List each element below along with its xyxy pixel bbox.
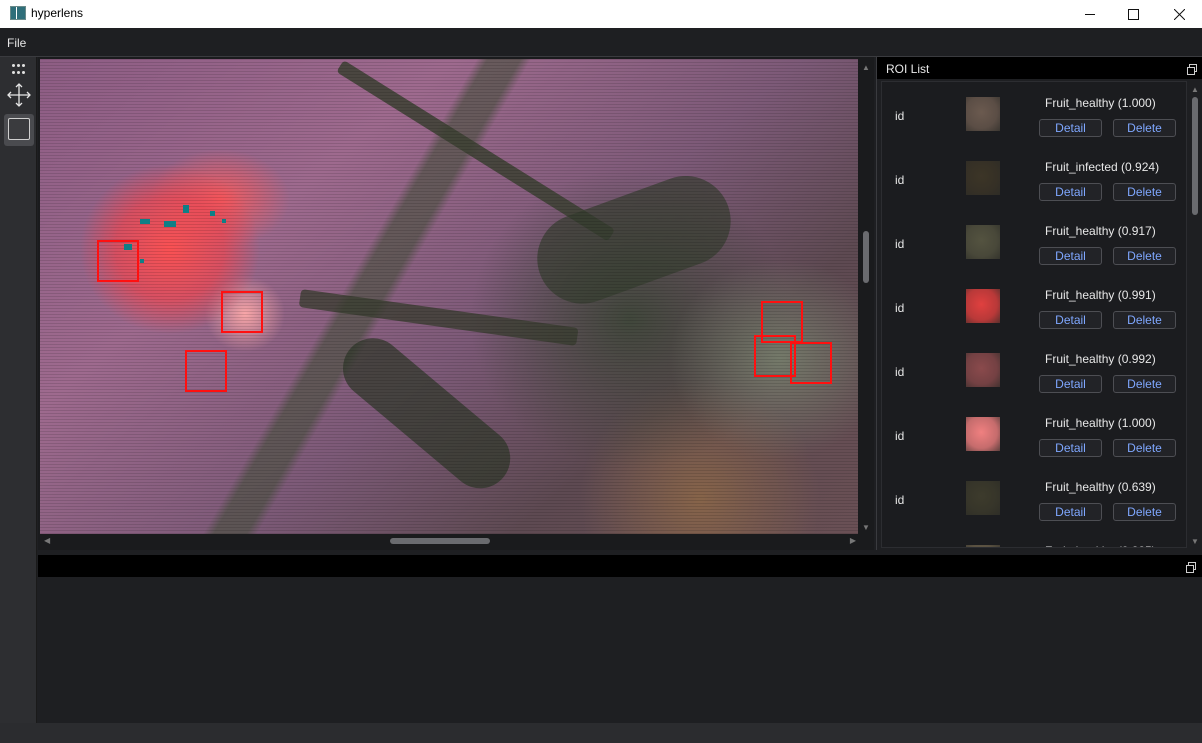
roi-class-label: Fruit_infected (0.924): [1045, 160, 1160, 174]
roi-class-label: Fruit_healthy (1.000): [1045, 416, 1156, 430]
roi-thumbnail: [966, 225, 1000, 259]
delete-button[interactable]: Delete: [1113, 183, 1176, 201]
roi-list-item: idFruit_healthy (0.885): [882, 530, 1186, 547]
delete-button[interactable]: Delete: [1113, 311, 1176, 329]
roi-id: id: [895, 493, 905, 507]
roi-thumbnail: [966, 289, 1000, 323]
roi-thumbnail: [966, 545, 1000, 547]
minimize-icon: [1084, 13, 1095, 15]
detail-button[interactable]: Detail: [1039, 375, 1102, 393]
scroll-thumb[interactable]: [1192, 97, 1198, 215]
roi-list-scrollbar[interactable]: ▲ ▼: [1189, 81, 1201, 548]
infected-marker: [140, 219, 150, 224]
undock-icon[interactable]: [1186, 562, 1196, 573]
delete-button[interactable]: Delete: [1113, 439, 1176, 457]
roi-list-item: id Fruit_healthy (0.639) Detail Delete: [882, 466, 1186, 530]
detail-button[interactable]: Detail: [1039, 439, 1102, 457]
scroll-left-arrow-icon[interactable]: ◀: [44, 536, 50, 545]
infected-marker: [140, 259, 144, 263]
plant-stem: [298, 289, 579, 346]
bottom-panel: [38, 577, 1202, 723]
maximize-button[interactable]: [1110, 0, 1156, 28]
tool-bar: [0, 57, 37, 723]
delete-button[interactable]: Delete: [1113, 119, 1176, 137]
close-button[interactable]: [1156, 0, 1202, 28]
bottom-panel-header: [38, 555, 1202, 577]
scroll-thumb[interactable]: [390, 538, 490, 544]
roi-list-item: id Fruit_healthy (0.991) Detail Delete: [882, 274, 1186, 338]
image-viewer[interactable]: ▲ ▼ ◀ ▶: [38, 57, 874, 550]
roi-box[interactable]: [97, 240, 139, 282]
roi-box[interactable]: [221, 291, 263, 333]
viewer-vertical-scrollbar[interactable]: ▲ ▼: [860, 59, 872, 534]
roi-box[interactable]: [790, 342, 832, 384]
plant-leaf: [524, 163, 744, 317]
roi-id: id: [895, 365, 905, 379]
plant-leaf: [330, 326, 523, 501]
roi-class-label: Fruit_healthy (1.000): [1045, 96, 1156, 110]
roi-thumbnail: [966, 353, 1000, 387]
plant-stem: [336, 60, 616, 242]
roi-list-item: id Fruit_healthy (0.992) Detail Delete: [882, 338, 1186, 402]
window-titlebar: hyperlens: [0, 0, 1202, 28]
grid-dots-icon[interactable]: [4, 62, 34, 76]
roi-class-label: Fruit_healthy (0.917): [1045, 224, 1156, 238]
detail-button[interactable]: Detail: [1039, 119, 1102, 137]
viewer-horizontal-scrollbar[interactable]: ◀ ▶: [40, 535, 858, 547]
roi-thumbnail: [966, 417, 1000, 451]
scroll-thumb[interactable]: [863, 231, 869, 283]
roi-thumbnail: [966, 161, 1000, 195]
detail-button[interactable]: Detail: [1039, 247, 1102, 265]
roi-list[interactable]: id Fruit_healthy (1.000) Detail Delete id Fru…: [881, 81, 1187, 548]
roi-list-header: ROI List: [877, 57, 1202, 79]
menu-file[interactable]: File: [7, 36, 26, 50]
close-icon: [1173, 8, 1185, 20]
delete-button[interactable]: Delete: [1113, 375, 1176, 393]
roi-id: id: [895, 301, 905, 315]
minimize-button[interactable]: [1067, 0, 1113, 28]
undock-icon[interactable]: [1187, 64, 1197, 75]
roi-list-item: id Fruit_healthy (1.000) Detail Delete: [882, 402, 1186, 466]
hyperlens-app-icon: [10, 6, 26, 20]
scroll-up-arrow-icon[interactable]: ▲: [1191, 85, 1199, 94]
roi-id: id: [895, 109, 905, 123]
infected-marker: [183, 205, 189, 213]
menu-bar: File: [0, 28, 1202, 56]
roi-box[interactable]: [185, 350, 227, 392]
roi-list-item: id Fruit_infected (0.924) Detail Delete: [882, 146, 1186, 210]
detail-button[interactable]: Detail: [1039, 183, 1102, 201]
delete-button[interactable]: Delete: [1113, 247, 1176, 265]
window-title: hyperlens: [31, 6, 84, 20]
roi-list-title: ROI List: [886, 62, 930, 76]
roi-thumbnail: [966, 481, 1000, 515]
roi-list-panel: ROI List id Fruit_healthy (1.000) Detail De…: [876, 57, 1202, 550]
scroll-down-arrow-icon[interactable]: ▼: [1191, 537, 1199, 546]
infected-marker: [210, 211, 215, 216]
scroll-up-arrow-icon[interactable]: ▲: [862, 63, 870, 72]
infected-marker: [164, 221, 176, 227]
roi-class-label: Fruit_healthy (0.992): [1045, 352, 1156, 366]
roi-list-item: id Fruit_healthy (0.917) Detail Delete: [882, 210, 1186, 274]
detail-button[interactable]: Detail: [1039, 503, 1102, 521]
status-bar: [0, 723, 1202, 743]
maximize-icon: [1127, 8, 1139, 20]
roi-id: id: [895, 429, 905, 443]
move-arrows-icon[interactable]: [4, 81, 34, 109]
roi-class-label: Fruit_healthy (0.639): [1045, 480, 1156, 494]
roi-id: id: [895, 237, 905, 251]
roi-id: id: [895, 173, 905, 187]
roi-class-label: Fruit_healthy (0.991): [1045, 288, 1156, 302]
delete-button[interactable]: Delete: [1113, 503, 1176, 521]
roi-class-label: Fruit_healthy (0.885): [1045, 544, 1156, 547]
roi-list-item: id Fruit_healthy (1.000) Detail Delete: [882, 82, 1186, 146]
scroll-down-arrow-icon[interactable]: ▼: [862, 523, 870, 532]
detail-button[interactable]: Detail: [1039, 311, 1102, 329]
infected-marker: [222, 219, 226, 223]
scroll-right-arrow-icon[interactable]: ▶: [850, 536, 856, 545]
roi-thumbnail: [966, 97, 1000, 131]
hyperspectral-image[interactable]: [40, 59, 858, 534]
rectangle-select-icon[interactable]: [4, 114, 34, 146]
